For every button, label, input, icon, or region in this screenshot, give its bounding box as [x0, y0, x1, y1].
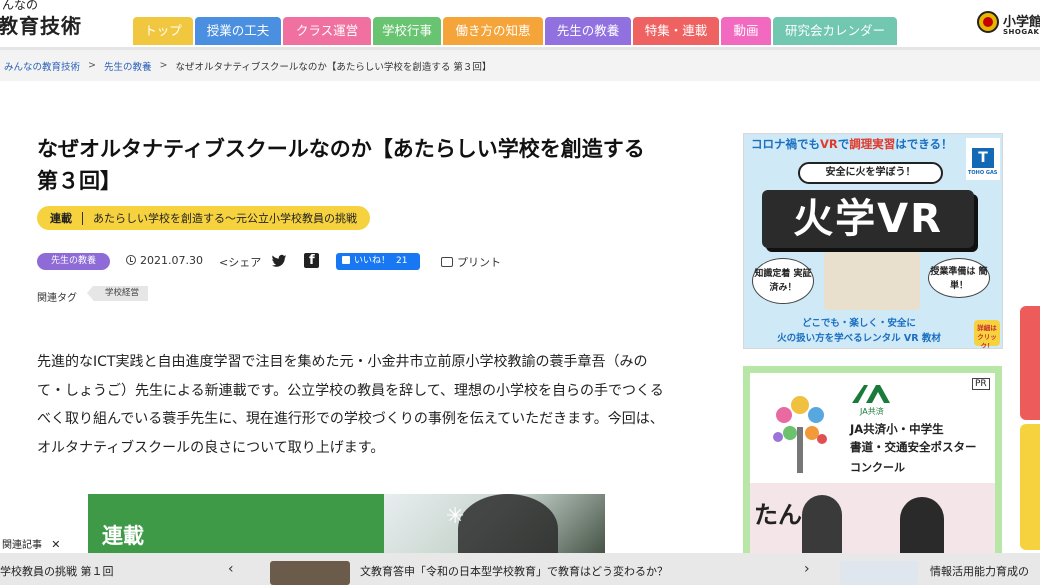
ad-headline-mid: で [837, 137, 850, 151]
edge-side-tab[interactable] [1020, 306, 1040, 420]
ad-headline-prefix: コロナ禍でも [751, 137, 820, 151]
ad-headline: コロナ禍でもVRで調理実習はできる！ [751, 136, 953, 152]
ad-footer-line-2: 火の扱い方を学べるレンタル VR 教材 [777, 333, 941, 344]
ad-ja-line-1: JA共済小・中学生 [850, 422, 944, 436]
category-pill[interactable]: 先生の教養 [37, 253, 110, 270]
series-badge-label: 連載 [50, 212, 72, 225]
article-title: なぜオルタナティブスクールなのか【あたらしい学校を創造する 第３回】 [37, 137, 645, 193]
ad-bubble-left: 知識定着 実証済み！ [752, 258, 814, 304]
nav-tab[interactable]: 動画 [721, 17, 771, 45]
chevron-right-icon[interactable]: › [804, 561, 810, 577]
close-icon[interactable]: ✕ [51, 538, 60, 551]
nav-tab[interactable]: 学校行事 [373, 17, 441, 45]
print-label: プリント [457, 256, 501, 269]
recommend-item[interactable]: 文教育答申「令和の日本型学校教育」で教育はどう変わるか？ [360, 563, 668, 579]
recommend-item[interactable]: 情報活用能力育成の [930, 563, 1029, 579]
hero-title: 連載 [102, 524, 144, 548]
twitter-icon[interactable] [271, 253, 287, 269]
nav-tab[interactable]: 働き方の知恵 [443, 17, 543, 45]
recommend-thumbnail[interactable] [840, 561, 918, 585]
ad-detail-button[interactable]: 詳細は クリック！ [974, 320, 1000, 348]
article-lead: 先進的なICT実践と自由進度学習で注目を集めた元・小金井市立前原小学校教諭の蓑手… [37, 354, 664, 456]
printer-icon [441, 257, 453, 267]
nav-tab[interactable]: 研究会カレンダー [773, 17, 897, 45]
ad-ja-line-2: 書道・交通安全ポスター [850, 440, 977, 454]
breadcrumb-category[interactable]: 先生の教養 [104, 59, 152, 73]
main-nav: トップ 授業の工夫 クラス運営 学校行事 働き方の知恵 先生の教養 特集・連載 動画 研究会カレ… [133, 17, 899, 45]
publish-date-text: 2021.07.30 [140, 254, 203, 267]
logo-main-text: 教育技術 [0, 14, 82, 38]
breadcrumb-separator: > [159, 60, 168, 71]
related-tags-label: 関連タグ [37, 293, 77, 304]
ad-ja-line-3: コンクール [850, 461, 905, 474]
publisher-logo[interactable]: 小学館 SHOGAKUKAN [977, 10, 1040, 38]
nav-tab[interactable]: トップ [133, 17, 193, 45]
chevron-left-icon[interactable]: ‹ [228, 561, 234, 577]
series-badge[interactable]: 連載 あたらしい学校を創造する〜元公立小学校教員の挑戦 [37, 206, 370, 230]
share-label-text: シェア [228, 256, 262, 269]
recommend-bar: 学校教員の挑戦 第１回 ‹ 文教育答申「令和の日本型学校教育」で教育はどう変わる… [0, 553, 1040, 585]
breadcrumb-current: なぜオルタナティブスクールなのか【あたらしい学校を創造する 第３回】 [175, 61, 492, 73]
ad-banner-ja[interactable]: PR JA共済 JA共済小・中学生 書道・交通安全ポスター コンクール たん [743, 366, 1002, 561]
like-label: いいね！ [354, 256, 391, 266]
tag-chip[interactable]: 学校経営 [86, 286, 149, 301]
site-logo[interactable]: んなの 教育技術 [0, 0, 110, 44]
nav-tab[interactable]: クラス運営 [283, 17, 371, 45]
thumbs-up-icon [342, 256, 350, 264]
ad-headline-cook: 調理実習 [849, 137, 896, 151]
tree-illustration-icon [773, 396, 827, 473]
share-icon: < [219, 256, 229, 269]
site-header: んなの 教育技術 トップ 授業の工夫 クラス運営 学校行事 働き方の知恵 先生の教養 特集・… [0, 0, 1040, 47]
clock-icon [126, 255, 136, 265]
ad-big-title: 火学VR [762, 190, 974, 248]
breadcrumb-home[interactable]: みんなの教育技術 [4, 59, 80, 73]
recommend-item[interactable]: 学校教員の挑戦 第１回 [0, 563, 114, 579]
breadcrumb: みんなの教育技術 > 先生の教養 > なぜオルタナティブスクールなのか【あたらし… [0, 47, 1040, 81]
toho-gas-logo-text: TOHO GAS [968, 170, 998, 176]
publisher-romaji: SHOGAKUKAN [1003, 28, 1040, 36]
publisher-seal-icon [977, 11, 999, 33]
ad-headline-vr: VR [820, 137, 838, 151]
ad-ja-photos: たん [750, 483, 995, 561]
floating-related-label: 関連記事 ✕ [0, 533, 65, 553]
ad-ja-kid-photo [900, 497, 944, 561]
toho-gas-logo: T TOHO GAS [966, 138, 1000, 180]
like-count: 21 [396, 256, 408, 266]
floating-related-text: 関連記事 [2, 540, 42, 551]
ad-ja-calligraphy: たん [754, 501, 802, 529]
ad-headline-suffix: はできる！ [895, 137, 953, 151]
article-meta: 先生の教養 2021.07.30 <シェア f いいね！ 21 プリント [37, 252, 517, 272]
print-button[interactable]: プリント [441, 254, 501, 270]
series-badge-name: あたらしい学校を創造する〜元公立小学校教員の挑戦 [93, 212, 357, 225]
like-button[interactable]: いいね！ 21 [336, 253, 420, 270]
ad-pill: 安全に火を学ぼう！ [798, 162, 943, 184]
ad-footer-line-1: どこでも・楽しく・安全に [802, 318, 916, 329]
pr-badge: PR [972, 378, 990, 390]
share-label: <シェア [219, 254, 261, 270]
recommend-thumbnail[interactable] [270, 561, 350, 585]
ja-logo-icon [852, 385, 890, 403]
ad-bubble-right: 授業準備は 簡単！ [928, 258, 990, 298]
facebook-icon[interactable]: f [304, 253, 319, 268]
ad-ja-inner: PR JA共済 JA共済小・中学生 書道・交通安全ポスター コンクール たん [750, 373, 995, 561]
nav-tab[interactable]: 授業の工夫 [195, 17, 281, 45]
sparkle-icon: ✳ [446, 504, 465, 529]
ja-org-name: JA共済 [860, 407, 884, 416]
breadcrumb-separator: > [88, 60, 96, 71]
ad-banner-vr[interactable]: コロナ禍でもVRで調理実習はできる！ T TOHO GAS 安全に火を学ぼう！ … [743, 133, 1003, 349]
ad-scene-image [824, 252, 920, 310]
nav-tab[interactable]: 特集・連載 [633, 17, 719, 45]
toho-gas-logo-mark: T [972, 148, 994, 168]
series-badge-divider [82, 211, 83, 225]
nav-tab[interactable]: 先生の教養 [545, 17, 631, 45]
publish-date: 2021.07.30 [126, 254, 203, 267]
ad-ja-kid-photo [802, 495, 842, 561]
edge-side-tab[interactable] [1020, 424, 1040, 550]
